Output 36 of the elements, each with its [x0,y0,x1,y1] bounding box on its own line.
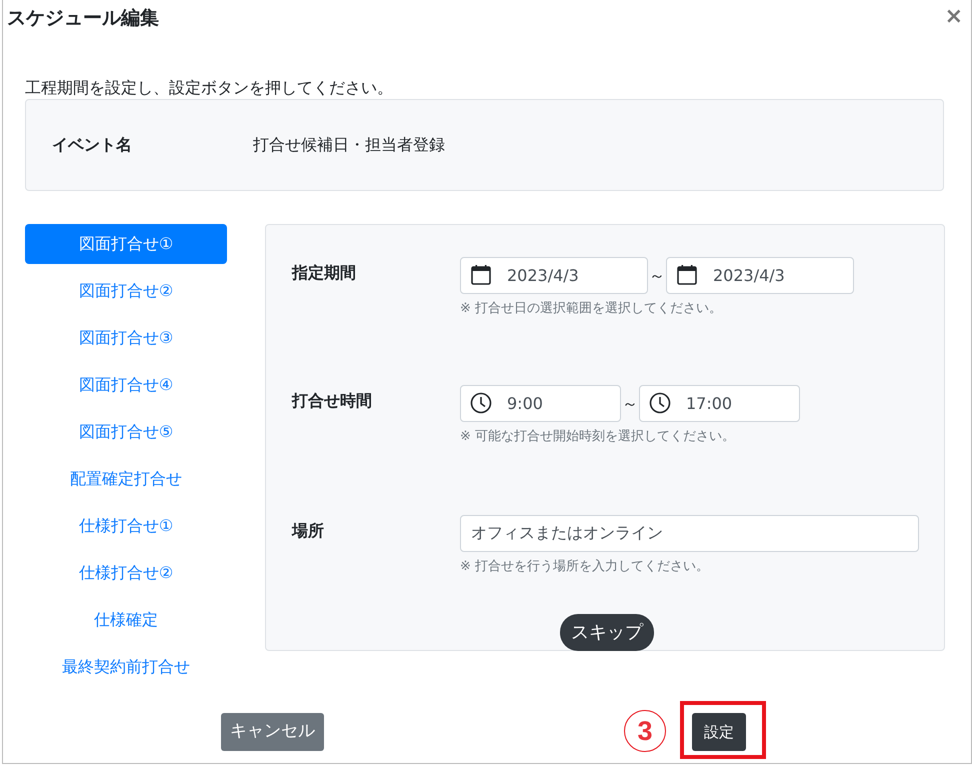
step-tab[interactable]: 仕様打合せ② [25,553,227,593]
submit-button[interactable]: 設定 [692,713,746,751]
skip-button[interactable]: スキップ [560,614,654,651]
calendar-icon [470,264,492,286]
time-field[interactable]: 9:00 [460,385,621,422]
dialog-title: スケジュール編集 [7,6,159,31]
range-separator: ～ [621,392,639,414]
time-field[interactable]: 17:00 [639,385,800,422]
instruction-text: 工程期間を設定し、設定ボタンを押してください。 [25,77,393,99]
field-label: 打合せ時間 [292,390,373,412]
calendar-icon [676,264,698,286]
close-button[interactable]: × [944,6,963,28]
step-tab[interactable]: 図面打合せ① [25,224,227,264]
hint-text: ※ 可能な打合せ開始時刻を選択してください。 [460,428,736,446]
cancel-button[interactable]: キャンセル [221,713,324,751]
step-tab[interactable]: 図面打合せ② [25,271,227,311]
step-tab[interactable]: 図面打合せ③ [25,318,227,358]
step-tab[interactable]: 仕様確定 [25,600,227,640]
text-field[interactable]: オフィスまたはオンライン [460,515,919,552]
step-tab[interactable]: 仕様打合せ① [25,506,227,546]
event-label: イベント名 [51,134,133,156]
clock-icon [649,392,671,414]
date-field[interactable]: 2023/4/3 [460,257,648,294]
step-tab[interactable]: 最終契約前打合せ [25,647,227,687]
step-tab[interactable]: 図面打合せ④ [25,365,227,405]
event-name: 打合せ候補日・担当者登録 [253,134,445,156]
date-field[interactable]: 2023/4/3 [666,257,854,294]
hint-text: ※ 打合せ日の選択範囲を選択してください。 [460,300,724,318]
step-tab[interactable]: 配置確定打合せ [25,459,227,499]
hint-text: ※ 打合せを行う場所を入力してください。 [460,558,710,576]
field-label: 指定期間 [292,262,357,284]
range-separator: ～ [648,264,666,286]
clock-icon [470,392,492,414]
step-marker: 3 [624,710,666,752]
step-tab[interactable]: 図面打合せ⑤ [25,412,227,452]
field-label: 場所 [292,520,325,542]
